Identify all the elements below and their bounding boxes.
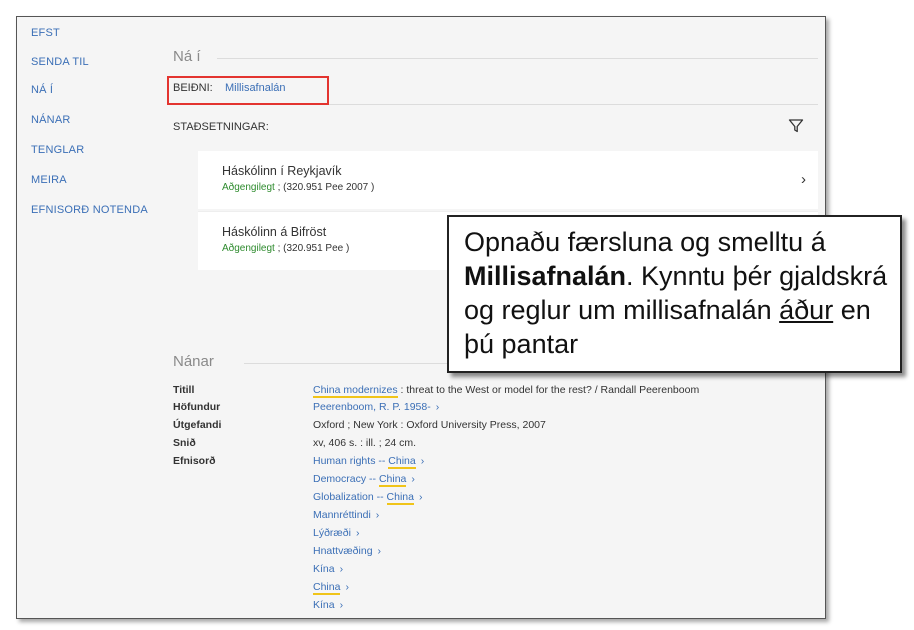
availability-status: Aðgengilegt (222, 182, 275, 193)
title-link[interactable]: China modernizes (313, 384, 398, 398)
detail-key: Titill (173, 384, 195, 396)
subject-link[interactable]: Hnattvæðing (313, 545, 373, 557)
subject-link[interactable]: Kína (313, 599, 335, 611)
call-number: ; (320.951 Pee 2007 ) (274, 182, 375, 193)
subject-highlight[interactable]: China (386, 491, 414, 505)
subject-link[interactable]: Lýðræði (313, 527, 351, 539)
chevron-right-icon: › (375, 509, 380, 521)
filter-icon[interactable] (788, 118, 804, 134)
nav-item-send-to[interactable]: SENDA TIL (31, 56, 89, 68)
locations-label: STAÐSETNINGAR: (173, 121, 269, 133)
detail-value: Peerenboom, R. P. 1958- › (313, 401, 439, 413)
subject-link[interactable]: Kína (313, 563, 335, 575)
subject-link[interactable]: Democracy -- (313, 473, 379, 485)
get-it-divider (217, 58, 818, 59)
detail-key: Útgefandi (173, 419, 222, 431)
detail-key: Snið (173, 437, 196, 449)
chevron-right-icon: › (355, 527, 360, 539)
instruction-callout: Opnaðu færsluna og smelltu á Millisafnal… (447, 215, 902, 373)
callout-underlined-term: áður (779, 295, 834, 325)
subject-link[interactable]: Mannréttindi (313, 509, 371, 521)
chevron-right-icon: › (418, 491, 423, 503)
chevron-right-icon: › (345, 581, 349, 593)
detail-value: China modernizes : threat to the West or… (313, 384, 700, 398)
location-card-reykjavik[interactable]: Háskólinn í Reykjavík Aðgengilegt ; (320… (198, 151, 818, 209)
subject-highlight[interactable]: China (313, 581, 341, 595)
subject-highlight[interactable]: China (388, 455, 416, 469)
get-it-heading: Ná í (173, 48, 201, 65)
detail-key: Höfundur (173, 401, 221, 413)
availability-status: Aðgengilegt (222, 243, 275, 254)
detail-value: Oxford ; New York : Oxford University Pr… (313, 419, 546, 431)
callout-text-start: Opnaðu færsluna og smelltu á (464, 227, 826, 257)
chevron-right-icon: › (339, 599, 344, 611)
detail-key: Efnisorð (173, 455, 216, 467)
location-name: Háskólinn í Reykjavík (222, 164, 342, 178)
location-name: Háskólinn á Bifröst (222, 225, 327, 239)
nav-item-top[interactable]: EFST (31, 27, 60, 39)
title-rest: : threat to the West or model for the re… (397, 384, 700, 396)
location-status: Aðgengilegt ; (320.951 Pee 2007 ) (222, 182, 374, 193)
details-heading: Nánar (173, 353, 214, 370)
subject-link[interactable]: Globalization -- (313, 491, 387, 503)
chevron-right-icon: › (435, 401, 440, 413)
nav-item-get-it[interactable]: NÁ Í (31, 84, 53, 96)
chevron-right-icon: › (420, 455, 425, 467)
nav-item-details[interactable]: NÁNAR (31, 114, 71, 126)
location-status: Aðgengilegt ; (320.951 Pee ) (222, 243, 349, 254)
chevron-right-icon: › (801, 171, 806, 188)
request-highlight-box (167, 76, 329, 105)
chevron-right-icon: › (339, 563, 344, 575)
nav-item-user-tags[interactable]: EFNISORÐ NOTENDA (31, 204, 148, 216)
detail-value: xv, 406 s. : ill. ; 24 cm. (313, 437, 417, 449)
chevron-right-icon: › (377, 545, 382, 557)
nav-item-more[interactable]: MEIRA (31, 174, 67, 186)
chevron-right-icon: › (411, 473, 415, 485)
subject-highlight[interactable]: China (378, 473, 407, 487)
call-number: ; (320.951 Pee ) (274, 243, 350, 254)
callout-bold-term: Millisafnalán (464, 261, 627, 291)
subject-link[interactable]: Human rights -- (313, 455, 388, 467)
nav-item-links[interactable]: TENGLAR (31, 144, 84, 156)
author-link[interactable]: Peerenboom, R. P. 1958- (313, 401, 431, 413)
